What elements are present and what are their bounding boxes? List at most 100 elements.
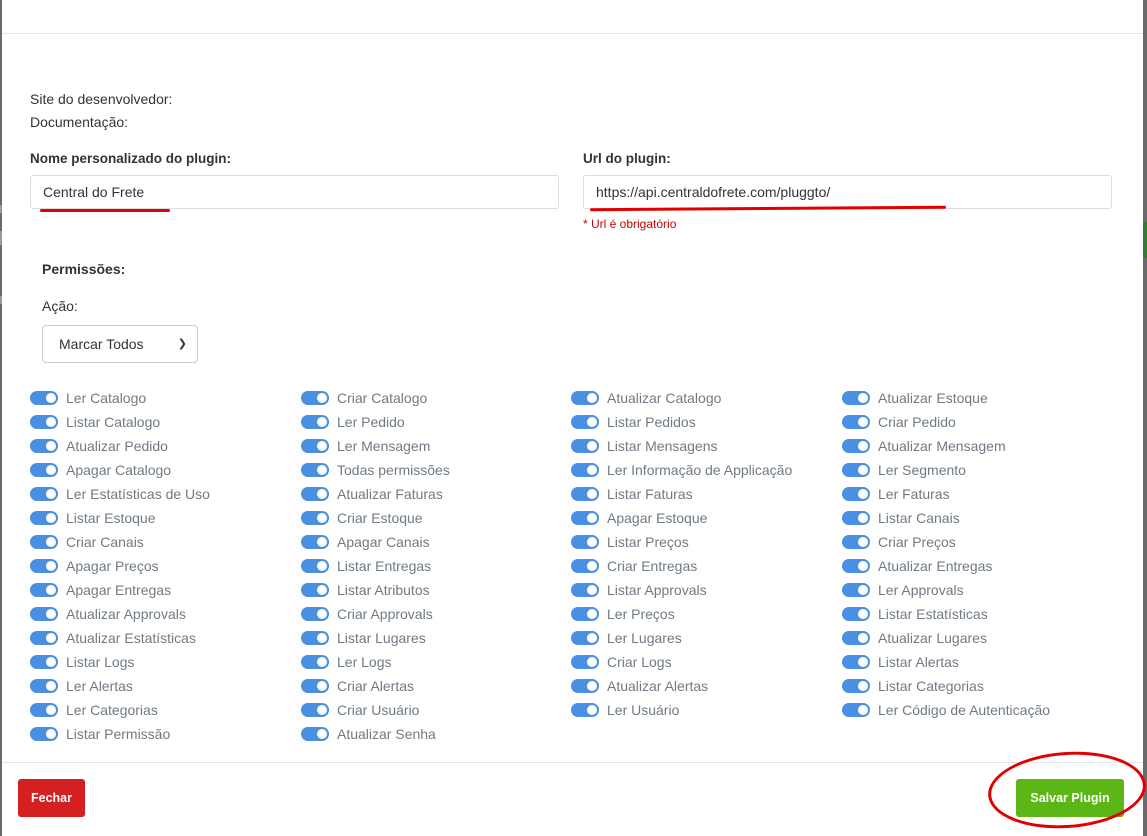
permission-item[interactable]: Listar Logs: [30, 650, 290, 674]
permission-toggle[interactable]: [571, 583, 599, 597]
permission-item[interactable]: Listar Faturas: [571, 482, 831, 506]
permission-item[interactable]: Atualizar Catalogo: [571, 386, 831, 410]
permission-item[interactable]: Criar Alertas: [301, 674, 561, 698]
permission-toggle[interactable]: [301, 559, 329, 573]
permission-item[interactable]: Ler Usuário: [571, 698, 831, 722]
permission-toggle[interactable]: [301, 535, 329, 549]
permission-toggle[interactable]: [571, 559, 599, 573]
permission-item[interactable]: Criar Pedido: [842, 410, 1102, 434]
permission-item[interactable]: Atualizar Entregas: [842, 554, 1102, 578]
permission-item[interactable]: Ler Lugares: [571, 626, 831, 650]
permission-toggle[interactable]: [842, 463, 870, 477]
permission-toggle[interactable]: [842, 559, 870, 573]
permission-toggle[interactable]: [571, 655, 599, 669]
permission-toggle[interactable]: [842, 511, 870, 525]
permission-toggle[interactable]: [842, 487, 870, 501]
permission-item[interactable]: Ler Categorias: [30, 698, 290, 722]
permission-toggle[interactable]: [571, 703, 599, 717]
permission-item[interactable]: Listar Entregas: [301, 554, 561, 578]
permission-toggle[interactable]: [842, 703, 870, 717]
permission-item[interactable]: Ler Faturas: [842, 482, 1102, 506]
permission-toggle[interactable]: [30, 559, 58, 573]
permission-item[interactable]: Listar Mensagens: [571, 434, 831, 458]
permission-item[interactable]: Criar Catalogo: [301, 386, 561, 410]
permission-toggle[interactable]: [30, 655, 58, 669]
permission-item[interactable]: Criar Approvals: [301, 602, 561, 626]
permission-item[interactable]: Atualizar Mensagem: [842, 434, 1102, 458]
permission-toggle[interactable]: [301, 391, 329, 405]
permission-toggle[interactable]: [301, 487, 329, 501]
permission-item[interactable]: Ler Código de Autenticação: [842, 698, 1102, 722]
permission-toggle[interactable]: [301, 727, 329, 741]
plugin-name-input[interactable]: Central do Frete: [30, 175, 559, 209]
permission-item[interactable]: Listar Estatísticas: [842, 602, 1102, 626]
permission-item[interactable]: Atualizar Alertas: [571, 674, 831, 698]
permission-toggle[interactable]: [842, 439, 870, 453]
permission-toggle[interactable]: [30, 487, 58, 501]
permission-toggle[interactable]: [30, 391, 58, 405]
permission-item[interactable]: Apagar Preços: [30, 554, 290, 578]
permission-item[interactable]: Atualizar Estatísticas: [30, 626, 290, 650]
permission-item[interactable]: Ler Logs: [301, 650, 561, 674]
permission-item[interactable]: Atualizar Approvals: [30, 602, 290, 626]
permission-toggle[interactable]: [842, 631, 870, 645]
permission-item[interactable]: Criar Usuário: [301, 698, 561, 722]
permission-toggle[interactable]: [30, 511, 58, 525]
permission-toggle[interactable]: [571, 463, 599, 477]
permission-item[interactable]: Listar Atributos: [301, 578, 561, 602]
permission-item[interactable]: Atualizar Estoque: [842, 386, 1102, 410]
permission-item[interactable]: Listar Permissão: [30, 722, 290, 746]
permission-toggle[interactable]: [571, 607, 599, 621]
permission-toggle[interactable]: [842, 679, 870, 693]
permission-toggle[interactable]: [30, 583, 58, 597]
permission-toggle[interactable]: [301, 607, 329, 621]
permission-toggle[interactable]: [571, 511, 599, 525]
permission-item[interactable]: Listar Approvals: [571, 578, 831, 602]
permission-toggle[interactable]: [571, 535, 599, 549]
permission-toggle[interactable]: [571, 439, 599, 453]
action-select[interactable]: Marcar Todos ❯: [42, 325, 198, 363]
permission-item[interactable]: Listar Alertas: [842, 650, 1102, 674]
permission-toggle[interactable]: [571, 391, 599, 405]
permission-toggle[interactable]: [301, 655, 329, 669]
permission-item[interactable]: Listar Categorias: [842, 674, 1102, 698]
permission-toggle[interactable]: [301, 511, 329, 525]
permission-toggle[interactable]: [301, 463, 329, 477]
permission-toggle[interactable]: [30, 439, 58, 453]
permission-item[interactable]: Listar Pedidos: [571, 410, 831, 434]
permission-item[interactable]: Criar Canais: [30, 530, 290, 554]
permission-toggle[interactable]: [30, 415, 58, 429]
permission-item[interactable]: Ler Informação de Applicação: [571, 458, 831, 482]
permission-item[interactable]: Ler Alertas: [30, 674, 290, 698]
permission-item[interactable]: Ler Catalogo: [30, 386, 290, 410]
permission-item[interactable]: Ler Mensagem: [301, 434, 561, 458]
permission-item[interactable]: Apagar Canais: [301, 530, 561, 554]
permission-item[interactable]: Apagar Entregas: [30, 578, 290, 602]
permission-toggle[interactable]: [571, 487, 599, 501]
permission-toggle[interactable]: [301, 679, 329, 693]
permission-toggle[interactable]: [842, 607, 870, 621]
permission-item[interactable]: Ler Estatísticas de Uso: [30, 482, 290, 506]
permission-item[interactable]: Criar Estoque: [301, 506, 561, 530]
permission-toggle[interactable]: [301, 631, 329, 645]
permission-item[interactable]: Listar Canais: [842, 506, 1102, 530]
close-button[interactable]: Fechar: [18, 779, 85, 817]
permission-item[interactable]: Criar Entregas: [571, 554, 831, 578]
permission-item[interactable]: Atualizar Lugares: [842, 626, 1102, 650]
permission-toggle[interactable]: [301, 583, 329, 597]
permission-toggle[interactable]: [30, 703, 58, 717]
permission-toggle[interactable]: [842, 583, 870, 597]
permission-toggle[interactable]: [571, 679, 599, 693]
permission-item[interactable]: Ler Preços: [571, 602, 831, 626]
permission-toggle[interactable]: [842, 535, 870, 549]
permission-item[interactable]: Ler Approvals: [842, 578, 1102, 602]
permission-item[interactable]: Atualizar Pedido: [30, 434, 290, 458]
permission-item[interactable]: Ler Pedido: [301, 410, 561, 434]
permission-toggle[interactable]: [30, 679, 58, 693]
permission-toggle[interactable]: [30, 607, 58, 621]
permission-item[interactable]: Atualizar Faturas: [301, 482, 561, 506]
plugin-url-input[interactable]: https://api.centraldofrete.com/pluggto/: [583, 175, 1112, 209]
permission-item[interactable]: Criar Preços: [842, 530, 1102, 554]
permission-item[interactable]: Apagar Estoque: [571, 506, 831, 530]
permission-toggle[interactable]: [30, 535, 58, 549]
